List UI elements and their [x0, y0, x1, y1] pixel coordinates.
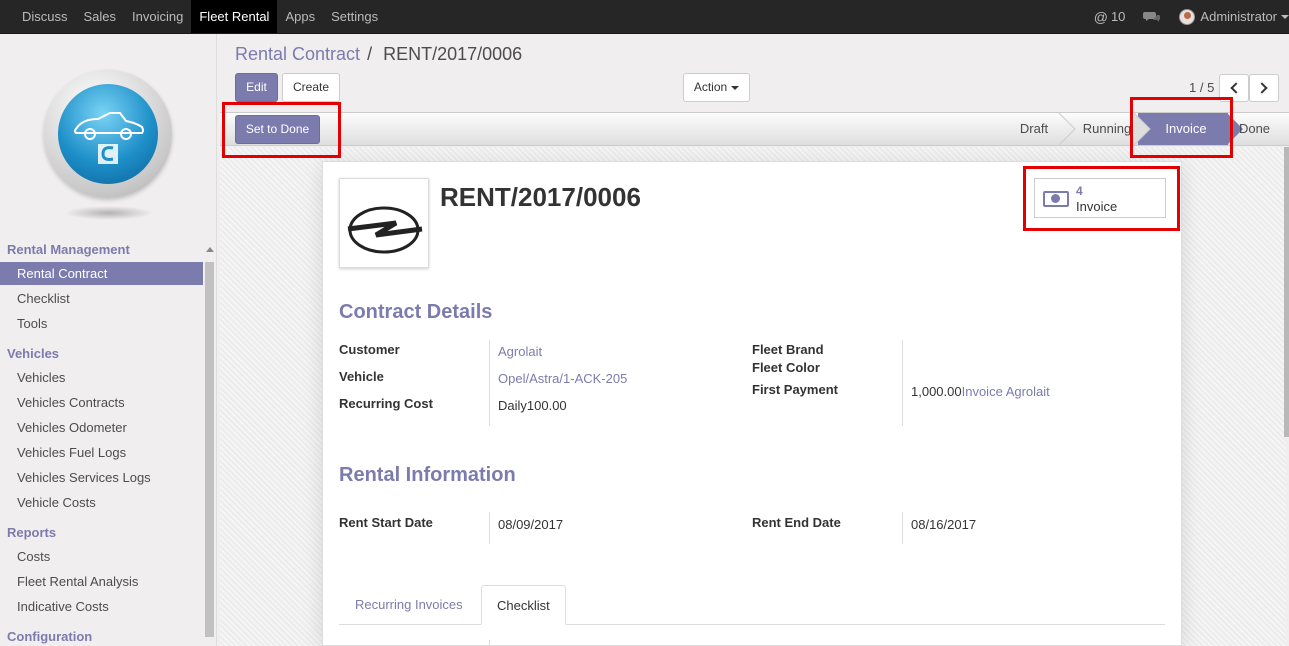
breadcrumb-separator: /	[367, 44, 373, 64]
mentions-button[interactable]: @ 10	[1094, 9, 1126, 25]
highlight-box-set-to-done	[222, 102, 341, 158]
recurring-cost-label: Recurring Cost	[339, 396, 433, 411]
sidebar-item-tools[interactable]: Tools	[0, 312, 203, 335]
record-title: RENT/2017/0006	[440, 182, 641, 212]
chevron-down-icon	[731, 85, 740, 90]
scroll-up-icon[interactable]	[206, 247, 214, 252]
scrollbar-thumb[interactable]	[205, 262, 214, 637]
form-sheet	[322, 161, 1182, 646]
tab-checklist[interactable]: Checklist	[481, 585, 566, 625]
chevron-down-icon	[1281, 14, 1289, 19]
sidebar-item-costs[interactable]: Costs	[0, 545, 203, 568]
sidebar-item-vehicle-costs[interactable]: Vehicle Costs	[0, 491, 203, 514]
breadcrumb-current: RENT/2017/0006	[383, 44, 523, 64]
stage-running[interactable]: Running	[1076, 113, 1138, 145]
top-navbar: Discuss Sales Invoicing Fleet Rental App…	[0, 0, 1289, 34]
rent-end-date-label: Rent End Date	[752, 515, 841, 530]
contract-details-title: Contract Details	[339, 301, 493, 323]
menu-fleet-rental[interactable]: Fleet Rental	[191, 0, 278, 33]
sidebar-scrollbar[interactable]	[203, 242, 216, 646]
menu-apps[interactable]: Apps	[277, 0, 323, 33]
sidebar-item-vehicles-contracts[interactable]: Vehicles Contracts	[0, 391, 203, 414]
first-payment-label: First Payment	[752, 382, 838, 397]
sidebar-item-checklist[interactable]: Checklist	[0, 287, 203, 310]
field-divider	[902, 512, 903, 544]
avatar	[1179, 8, 1196, 25]
first-payment-field: 1,000.00Invoice Agrolait	[911, 384, 1050, 399]
sidebar-item-vehicles[interactable]: Vehicles	[0, 366, 203, 389]
stage-separator	[1058, 113, 1076, 145]
first-payment-amount: 1,000.00	[911, 384, 962, 399]
sidebar-item-vehicles-fuel-logs[interactable]: Vehicles Fuel Logs	[0, 441, 203, 464]
fleet-color-label: Fleet Color	[752, 360, 820, 375]
action-label: Action	[693, 80, 728, 94]
vehicle-label: Vehicle	[339, 369, 384, 384]
menu-invoicing[interactable]: Invoicing	[124, 0, 191, 33]
app-menu: Discuss Sales Invoicing Fleet Rental App…	[14, 0, 386, 33]
car-icon	[74, 112, 144, 164]
chevron-left-icon	[1230, 82, 1242, 94]
sidebar-item-vehicles-odometer[interactable]: Vehicles Odometer	[0, 416, 203, 439]
customer-label: Customer	[339, 342, 400, 357]
edit-button[interactable]: Edit	[235, 73, 278, 102]
sidebar: Rental Management Rental Contract Checkl…	[0, 34, 217, 646]
rent-start-date-field: 08/09/2017	[498, 517, 564, 532]
first-payment-invoice-link[interactable]: Invoice Agrolait	[962, 384, 1050, 399]
chat-icon	[1143, 11, 1161, 22]
field-divider	[902, 340, 903, 426]
tab-recurring-invoices[interactable]: Recurring Invoices	[340, 585, 478, 625]
highlight-box-invoice-stage	[1130, 97, 1233, 158]
breadcrumb-parent-link[interactable]: Rental Contract	[235, 44, 360, 64]
rental-information-title: Rental Information	[339, 464, 516, 486]
pager-value: 1 / 5	[1189, 80, 1215, 95]
status-bar: Set to Done Draft Running Invoice Done	[220, 112, 1289, 146]
sidebar-section-configuration[interactable]: Configuration	[7, 629, 92, 644]
sidebar-item-fleet-rental-analysis[interactable]: Fleet Rental Analysis	[0, 570, 203, 593]
opel-logo-icon	[347, 206, 423, 254]
sidebar-section-rental-management: Rental Management	[7, 242, 130, 257]
user-name: Administrator	[1200, 9, 1277, 24]
fleet-brand-label: Fleet Brand	[752, 342, 824, 357]
menu-discuss[interactable]: Discuss	[14, 0, 76, 33]
vehicle-brand-image	[339, 178, 429, 268]
customer-field[interactable]: Agrolait	[498, 344, 542, 359]
app-logo	[30, 64, 190, 244]
sidebar-section-reports: Reports	[7, 525, 57, 540]
user-menu[interactable]: Administrator	[1179, 8, 1289, 25]
field-divider	[489, 640, 490, 646]
mentions-count: 10	[1110, 9, 1126, 24]
create-button[interactable]: Create	[282, 73, 340, 102]
rent-start-date-label: Rent Start Date	[339, 515, 433, 530]
pager-next-button[interactable]	[1249, 74, 1279, 102]
chat-button[interactable]	[1143, 10, 1161, 24]
sidebar-item-vehicles-services-logs[interactable]: Vehicles Services Logs	[0, 466, 203, 489]
stage-draft[interactable]: Draft	[1008, 113, 1060, 145]
page-scrollbar[interactable]	[1284, 147, 1289, 437]
field-divider	[489, 512, 490, 544]
menu-settings[interactable]: Settings	[323, 0, 386, 33]
action-dropdown[interactable]: Action	[683, 73, 750, 102]
breadcrumb: Rental Contract / RENT/2017/0006	[235, 44, 522, 65]
highlight-box-invoice-button	[1023, 166, 1180, 231]
stage-done[interactable]: Done	[1234, 113, 1275, 145]
vehicle-field[interactable]: Opel/Astra/1-ACK-205	[498, 371, 627, 386]
sidebar-item-rental-contract[interactable]: Rental Contract	[0, 262, 203, 285]
sidebar-item-indicative-costs[interactable]: Indicative Costs	[0, 595, 203, 618]
sidebar-section-vehicles: Vehicles	[7, 346, 60, 361]
rent-end-date-field: 08/16/2017	[911, 517, 977, 532]
menu-sales[interactable]: Sales	[76, 0, 125, 33]
at-icon: @	[1093, 8, 1108, 25]
chevron-right-icon	[1256, 82, 1268, 94]
recurring-cost-field: Daily100.00	[498, 398, 567, 413]
field-divider	[489, 340, 490, 426]
